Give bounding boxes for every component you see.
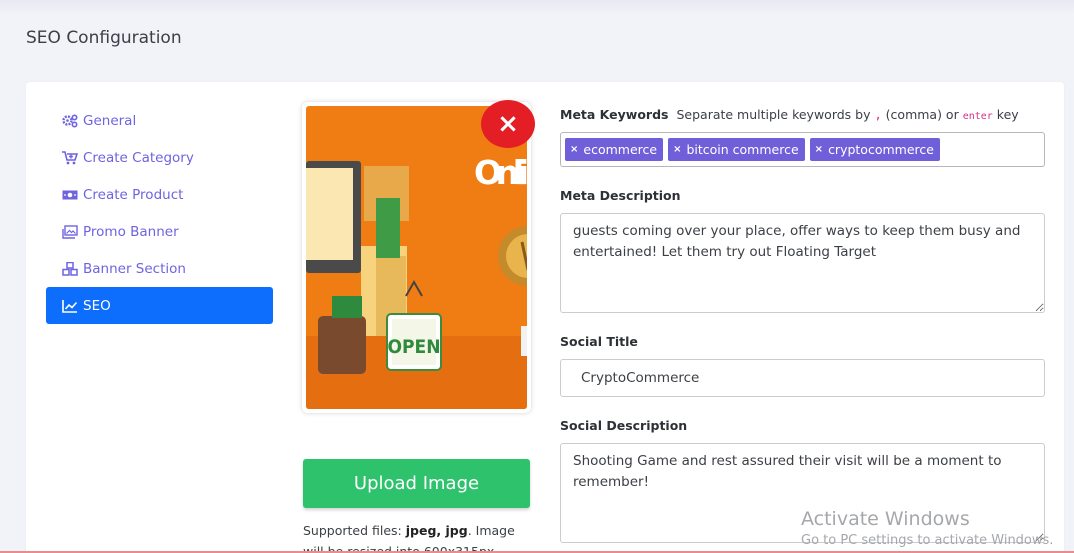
preview-headline-text: Onli xyxy=(474,153,527,192)
keyword-tag-label: ecommerce xyxy=(583,142,658,157)
keywords-hint: Separate multiple keywords by , (comma) … xyxy=(676,107,1018,122)
meta-keywords-input[interactable]: × ecommerce × bitcoin commerce × cryptocomm… xyxy=(560,132,1045,167)
meta-description-label: Meta Description xyxy=(560,188,681,203)
sidebar-item-label: Create Category xyxy=(83,149,194,166)
sidebar-item-promo-banner[interactable]: Promo Banner xyxy=(46,213,273,250)
remove-tag-icon[interactable]: × xyxy=(570,144,578,155)
sidebar-item-general[interactable]: General xyxy=(46,102,273,139)
page-title: SEO Configuration xyxy=(26,28,182,48)
preview-sign-text: OPEN xyxy=(387,336,440,358)
keyword-tag[interactable]: × bitcoin commerce xyxy=(668,138,805,161)
social-description-label: Social Description xyxy=(560,418,688,433)
cubes-icon xyxy=(62,261,78,276)
remove-image-button[interactable]: × xyxy=(481,100,535,148)
sidebar-item-banner-section[interactable]: Banner Section xyxy=(46,250,273,287)
hint-comma: , xyxy=(874,108,882,122)
close-icon: × xyxy=(497,109,519,139)
sidebar-item-create-category[interactable]: Create Category xyxy=(46,139,273,176)
supported-files-note: Supported files: jpeg, jpg. Image will b… xyxy=(303,520,533,553)
banner-preview-image: OPEN Onli xyxy=(306,106,527,409)
hint-prefix: Separate multiple keywords by xyxy=(676,107,875,122)
remove-tag-icon[interactable]: × xyxy=(815,144,823,155)
sidebar-item-create-product[interactable]: Create Product xyxy=(46,176,273,213)
keyword-tag[interactable]: × ecommerce xyxy=(565,138,664,161)
activate-windows-hint: Go to PC settings to activate Windows. xyxy=(801,533,1054,548)
sidebar-item-label: SEO xyxy=(83,297,111,314)
chart-line-icon xyxy=(62,299,78,313)
image-preview-frame: OPEN Onli xyxy=(302,102,531,413)
keyword-tag[interactable]: × cryptocommerce xyxy=(809,138,940,161)
sidebar-item-label: Promo Banner xyxy=(83,223,179,240)
sidebar-item-label: General xyxy=(83,112,137,129)
meta-description-textarea[interactable]: guests coming over your place, offer way… xyxy=(560,213,1045,313)
social-title-label: Social Title xyxy=(560,334,638,349)
money-bill-icon xyxy=(62,188,78,202)
sidebar-item-seo[interactable]: SEO xyxy=(46,287,273,324)
upload-image-button[interactable]: Upload Image xyxy=(303,459,530,508)
sidebar-item-label: Banner Section xyxy=(83,260,186,277)
meta-keywords-label: Meta Keywords Separate multiple keywords … xyxy=(560,107,1019,122)
hint-enter-key: enter xyxy=(962,111,993,122)
settings-sidebar: General Create Category Create Product P… xyxy=(46,102,273,324)
cart-plus-icon xyxy=(62,150,78,165)
gears-icon xyxy=(62,113,78,128)
meta-keywords-label-text: Meta Keywords xyxy=(560,107,669,122)
social-title-input[interactable] xyxy=(560,359,1045,397)
keyword-tag-label: cryptocommerce xyxy=(828,142,934,157)
images-icon xyxy=(62,224,78,239)
hint-mid: (comma) or xyxy=(881,107,963,122)
supported-files-prefix: Supported files: xyxy=(303,523,406,538)
remove-tag-icon[interactable]: × xyxy=(673,144,681,155)
sidebar-item-label: Create Product xyxy=(83,186,184,203)
hint-suffix: key xyxy=(992,107,1019,122)
supported-file-types: jpeg, jpg xyxy=(405,523,468,538)
keyword-tag-label: bitcoin commerce xyxy=(686,142,799,157)
activate-windows-watermark: Activate Windows xyxy=(801,508,970,530)
settings-card: General Create Category Create Product P… xyxy=(26,82,1064,553)
top-shadow xyxy=(0,0,1074,14)
